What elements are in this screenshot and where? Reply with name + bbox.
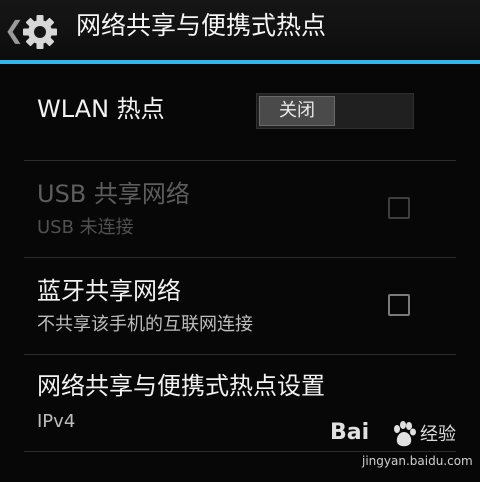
usb-tethering-title: USB 共享网络 [37,180,190,208]
action-bar: ❮ 网络共享与便携式热点 [0,0,480,60]
usb-tethering-checkbox[interactable] [388,197,410,219]
usb-tethering-summary: USB 未连接 [37,217,134,238]
watermark-jingyan-text: 经验 [420,424,456,445]
wlan-hotspot-title: WLAN 热点 [37,95,165,123]
wlan-hotspot-switch[interactable]: 关闭 [256,93,414,129]
gear-icon [23,15,57,49]
bluetooth-tethering-checkbox[interactable] [388,294,410,316]
screen: ❮ 网络共享与便携式热点 WLAN 热点 关闭 USB 共享网络 USB 未连接… [0,0,480,482]
tethering-settings-title: 网络共享与便携式热点设置 [37,372,325,400]
bluetooth-tethering-summary: 不共享该手机的互联网连接 [37,314,253,335]
watermark-brand-text: Bai [330,420,370,445]
usb-tethering-row[interactable]: USB 共享网络 USB 未连接 [0,161,480,257]
switch-thumb-off: 关闭 [259,96,335,126]
tethering-settings-summary: IPv4 [37,411,76,432]
up-navigation-button[interactable]: ❮ [0,10,70,50]
baidu-watermark: Bai 经验 jingyan.baidu.com [330,420,480,476]
watermark-url: jingyan.baidu.com [362,454,473,468]
paw-icon [394,421,416,447]
bluetooth-tethering-title: 蓝牙共享网络 [37,277,181,305]
bluetooth-tethering-row[interactable]: 蓝牙共享网络 不共享该手机的互联网连接 [0,258,480,354]
page-title: 网络共享与便携式热点 [76,11,327,40]
